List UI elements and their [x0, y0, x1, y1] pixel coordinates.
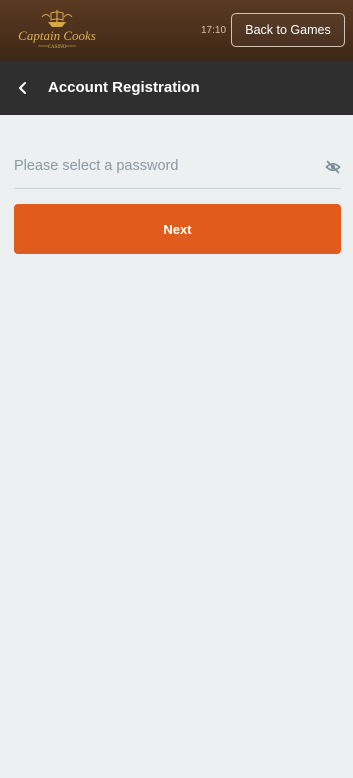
password-input[interactable] [14, 146, 314, 186]
page-title-bar: Account Registration [0, 61, 353, 115]
back-to-games-button[interactable]: Back to Games [231, 13, 345, 47]
page-title: Account Registration [48, 79, 200, 96]
next-button[interactable]: Next [14, 204, 341, 254]
svg-text:Captain Cooks: Captain Cooks [18, 28, 96, 43]
top-bar: Captain Cooks CASINO 17:10 Back to Games [0, 0, 353, 61]
svg-text:CASINO: CASINO [48, 45, 67, 50]
brand-logo: Captain Cooks CASINO [12, 8, 102, 52]
chevron-left-icon[interactable] [17, 81, 29, 95]
clock-time: 17:10 [201, 25, 227, 36]
password-field [14, 146, 341, 189]
eye-off-icon[interactable] [325, 159, 341, 175]
